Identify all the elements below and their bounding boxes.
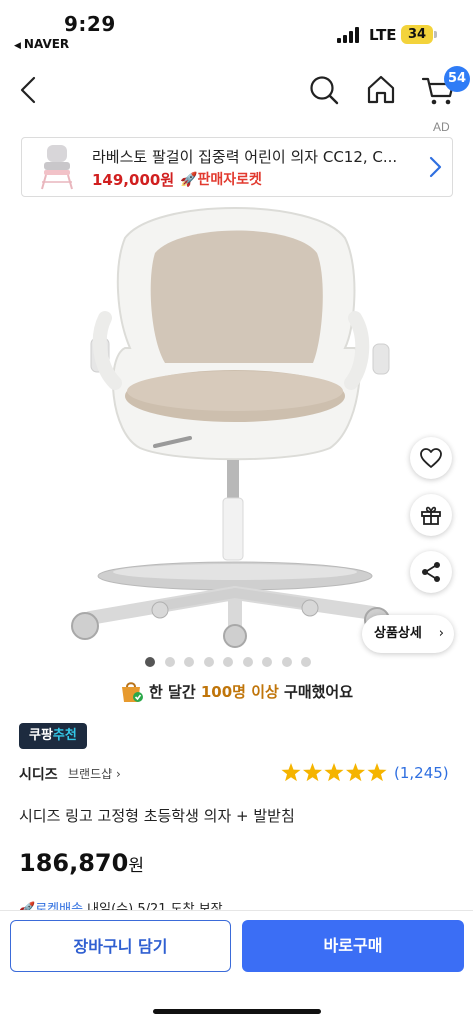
badge-recommend: 추천 xyxy=(52,728,77,743)
divider xyxy=(0,910,473,911)
pager-dot[interactable] xyxy=(145,657,155,667)
sales-prefix: 한 달간 xyxy=(149,683,201,701)
price-value: 186,870 xyxy=(19,849,129,877)
pager-dot[interactable] xyxy=(223,657,233,667)
seller-rocket-label: 🚀판매자로켓 xyxy=(180,169,262,189)
search-button[interactable] xyxy=(304,70,344,110)
product-detail-label: 상품상세 xyxy=(374,626,422,641)
back-button[interactable] xyxy=(10,70,50,110)
product-detail-button[interactable]: 상품상세 › xyxy=(362,615,454,653)
seller-rocket-text: 판매자로켓 xyxy=(197,172,262,188)
coupang-recommend-badge: 쿠팡추천 xyxy=(19,723,87,749)
search-icon xyxy=(310,76,339,105)
home-button[interactable] xyxy=(361,70,401,110)
image-pager xyxy=(145,657,345,669)
chevron-right-icon: › xyxy=(438,626,444,641)
wishlist-button[interactable] xyxy=(410,437,452,479)
star-icon xyxy=(345,763,366,782)
pager-dot[interactable] xyxy=(164,657,175,667)
chevron-right-icon xyxy=(429,156,442,178)
pager-dot[interactable] xyxy=(242,657,253,667)
price-unit: 원 xyxy=(128,856,144,876)
sales-highlight: 100명 이상 xyxy=(200,683,279,701)
product-name: 시디즈 링고 고정형 초등학생 의자 + 발받침 xyxy=(19,807,295,825)
product-price: 186,870원 xyxy=(19,849,144,877)
gift-icon xyxy=(421,506,441,525)
pager-dot[interactable] xyxy=(281,657,292,667)
heart-icon xyxy=(420,448,442,468)
add-to-cart-button[interactable]: 장바구니 담기 xyxy=(10,920,231,972)
rating-stars[interactable] xyxy=(281,763,391,783)
pager-dot[interactable] xyxy=(301,657,311,667)
chevron-left-icon xyxy=(20,76,36,104)
brand-shop-label: 브랜드샵 xyxy=(68,767,113,781)
brand-name[interactable]: 시디즈 xyxy=(19,764,58,784)
cart-count-badge: 54 xyxy=(444,66,470,92)
monthly-sales-text: 한 달간 100명 이상 구매했어요 xyxy=(149,681,353,702)
back-triangle-icon: ◀ xyxy=(14,41,21,51)
ad-banner[interactable]: 라베스토 팔걸이 집중력 어린이 의자 CC12, C... 149,000원 … xyxy=(21,137,453,197)
review-count[interactable]: (1,245) xyxy=(394,764,449,782)
product-image[interactable] xyxy=(55,198,415,648)
home-indicator xyxy=(153,1009,321,1014)
pager-dot[interactable] xyxy=(262,657,272,667)
battery-icon: 34 xyxy=(401,25,433,44)
ad-label: AD xyxy=(433,120,450,134)
star-icon xyxy=(302,763,323,782)
back-to-app-link[interactable]: ◀ NAVER xyxy=(14,37,69,51)
brand-shop-link[interactable]: 브랜드샵 › xyxy=(68,765,121,782)
sales-suffix: 구매했어요 xyxy=(278,683,354,701)
share-icon xyxy=(422,562,440,582)
ad-product-thumbnail xyxy=(41,145,73,190)
pager-dot[interactable] xyxy=(184,657,194,667)
gift-button[interactable] xyxy=(410,494,452,536)
star-icon xyxy=(281,763,301,782)
signal-icon xyxy=(337,27,361,43)
ad-title: 라베스토 팔걸이 집중력 어린이 의자 CC12, C... xyxy=(92,148,398,166)
home-icon xyxy=(367,75,395,104)
buy-now-button[interactable]: 바로구매 xyxy=(242,920,464,972)
status-time: 9:29 xyxy=(64,12,116,36)
star-icon xyxy=(367,763,387,782)
rocket-icon: 🚀 xyxy=(180,172,198,188)
back-app-label: NAVER xyxy=(23,37,70,51)
star-icon xyxy=(324,763,344,782)
ad-price: 149,000원 xyxy=(92,171,175,189)
battery-tip xyxy=(434,31,437,38)
network-label: LTE xyxy=(369,26,397,44)
badge-coupang: 쿠팡 xyxy=(29,728,53,743)
pager-dot[interactable] xyxy=(203,657,214,667)
chevron-right-icon: › xyxy=(112,767,121,781)
shopping-bag-icon xyxy=(122,682,143,702)
share-button[interactable] xyxy=(410,551,452,593)
